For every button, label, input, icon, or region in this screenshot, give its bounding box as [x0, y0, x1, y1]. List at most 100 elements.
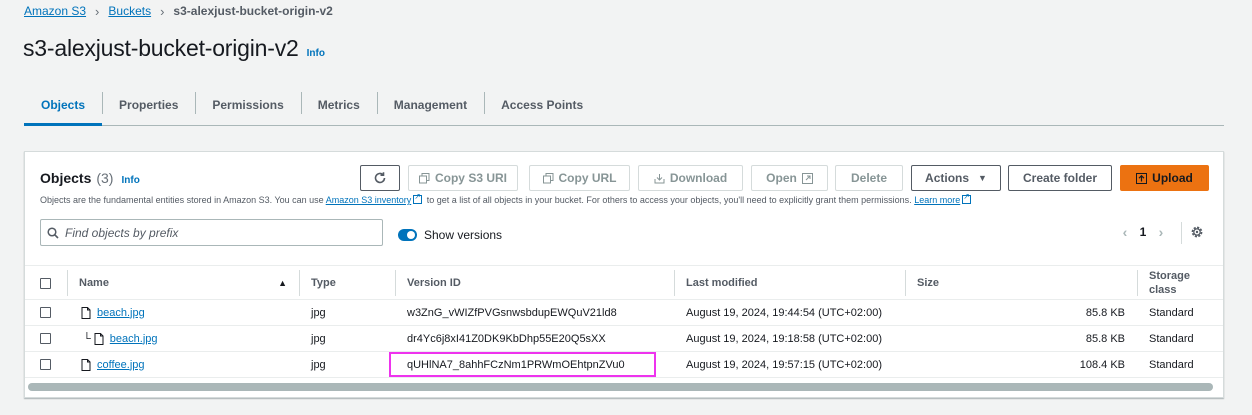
copy-icon	[542, 172, 553, 183]
upload-button[interactable]: Upload	[1120, 165, 1209, 191]
objects-count: (3)	[96, 170, 114, 186]
size-cell: 85.8 KB	[1085, 332, 1125, 345]
version-id-highlight	[389, 352, 656, 377]
caret-down-icon: ▼	[978, 173, 987, 183]
tab-permissions[interactable]: Permissions	[195, 85, 300, 125]
actions-dropdown[interactable]: Actions ▼	[911, 165, 1001, 191]
size-cell: 85.8 KB	[1085, 306, 1125, 319]
show-versions-toggle[interactable]	[398, 229, 417, 241]
objects-heading: Objects	[40, 170, 92, 186]
column-header-version-id[interactable]: Version ID	[395, 266, 461, 300]
show-versions-label: Show versions	[424, 228, 503, 242]
delete-label: Delete	[850, 171, 888, 185]
tab-metrics[interactable]: Metrics	[300, 85, 377, 125]
open-button[interactable]: Open	[751, 165, 828, 191]
tab-properties[interactable]: Properties	[102, 85, 195, 125]
chevron-right-icon: ›	[95, 3, 100, 19]
description-text-2: to get a list of all objects in your buc…	[424, 195, 915, 205]
row-select-cell	[40, 326, 51, 351]
actions-label: Actions	[925, 171, 970, 185]
table-header: Name ▲ Type Version ID Last modified Siz…	[25, 265, 1223, 300]
column-header-last-modified[interactable]: Last modified	[674, 266, 758, 300]
object-name-link[interactable]: coffee.jpg	[97, 359, 145, 371]
chevron-right-icon: ›	[160, 3, 165, 19]
column-divider	[395, 270, 396, 296]
delete-button[interactable]: Delete	[835, 165, 903, 191]
name-cell: └ beach.jpg	[83, 326, 158, 351]
upload-label: Upload	[1152, 171, 1193, 185]
column-storage-class-label-2: class	[1149, 284, 1177, 296]
download-button[interactable]: Download	[638, 165, 743, 191]
column-storage-class-label-1: Storage	[1149, 270, 1190, 282]
type-cell: jpg	[311, 332, 326, 345]
breadcrumb-buckets[interactable]: Buckets	[108, 4, 151, 18]
row-checkbox[interactable]	[40, 359, 51, 370]
table-row[interactable]: └ beach.jpg jpg dr4Yc6j8xI41Z0DK9KbDhp55…	[25, 326, 1223, 352]
last-modified-cell: August 19, 2024, 19:18:58 (UTC+02:00)	[686, 332, 882, 345]
search-input[interactable]	[65, 225, 365, 240]
row-checkbox[interactable]	[40, 333, 51, 344]
bucket-tabs: Objects Properties Permissions Metrics M…	[24, 85, 1224, 126]
name-cell: beach.jpg	[81, 300, 145, 325]
object-name-link[interactable]: beach.jpg	[110, 333, 158, 345]
objects-header: Objects (3) Info	[40, 170, 140, 186]
column-header-size[interactable]: Size	[905, 266, 940, 300]
refresh-button[interactable]	[360, 165, 400, 191]
breadcrumb-amazon-s3[interactable]: Amazon S3	[24, 4, 86, 18]
chevron-left-icon[interactable]: ‹	[1115, 224, 1135, 240]
copy-s3-uri-button[interactable]: Copy S3 URI	[408, 165, 518, 191]
scrollbar-thumb[interactable]	[28, 383, 1213, 391]
object-name-link[interactable]: beach.jpg	[97, 307, 145, 319]
column-divider	[674, 270, 675, 296]
column-header-storage-class[interactable]: Storage class	[1137, 266, 1190, 300]
column-version-id-label: Version ID	[407, 277, 461, 289]
tab-access-points[interactable]: Access Points	[484, 85, 600, 125]
create-folder-label: Create folder	[1022, 171, 1098, 185]
show-versions-control[interactable]: Show versions	[398, 228, 502, 242]
download-icon	[654, 173, 665, 183]
description-text-1: Objects are the fundamental entities sto…	[40, 195, 326, 205]
select-all-checkbox[interactable]	[40, 277, 51, 289]
external-link-icon	[413, 192, 423, 204]
column-size-label: Size	[917, 277, 940, 289]
learn-more-link[interactable]: Learn more	[914, 195, 960, 205]
name-cell: coffee.jpg	[81, 352, 145, 377]
external-link-icon	[962, 192, 972, 204]
storage-class-cell: Standard	[1149, 332, 1194, 345]
open-label: Open	[766, 171, 797, 185]
copy-url-button[interactable]: Copy URL	[529, 165, 630, 191]
sort-ascending-icon[interactable]: ▲	[278, 278, 287, 288]
chevron-right-icon[interactable]: ›	[1151, 224, 1171, 240]
tab-management[interactable]: Management	[376, 85, 484, 125]
row-select-cell	[40, 300, 51, 325]
page-info-link[interactable]: Info	[307, 48, 325, 59]
breadcrumb-current: s3-alexjust-bucket-origin-v2	[173, 4, 333, 18]
gear-icon[interactable]	[1190, 225, 1204, 239]
type-cell: jpg	[311, 306, 326, 319]
file-icon	[81, 358, 91, 371]
version-id-cell: w3ZnG_vWIZfPVGsnwsbdupEWQuV21ld8	[407, 306, 617, 319]
objects-description: Objects are the fundamental entities sto…	[40, 192, 973, 205]
column-header-type[interactable]: Type	[299, 266, 336, 300]
objects-info-link[interactable]: Info	[121, 175, 139, 186]
search-box[interactable]	[40, 219, 383, 246]
s3-inventory-link[interactable]: Amazon S3 inventory	[326, 195, 412, 205]
column-divider	[299, 270, 300, 296]
table-row[interactable]: beach.jpg jpg w3ZnG_vWIZfPVGsnwsbdupEWQu…	[25, 300, 1223, 326]
pager-divider	[1181, 222, 1182, 244]
tab-objects[interactable]: Objects	[24, 85, 103, 126]
size-cell: 108.4 KB	[1079, 358, 1125, 371]
breadcrumb: Amazon S3 › Buckets › s3-alexjust-bucket…	[24, 3, 333, 19]
page-number[interactable]: 1	[1135, 225, 1151, 239]
create-folder-button[interactable]: Create folder	[1008, 165, 1112, 191]
column-header-name[interactable]: Name ▲	[67, 266, 289, 300]
version-branch-icon: └	[83, 332, 91, 345]
copy-url-label: Copy URL	[558, 171, 617, 185]
copy-s3-uri-label: Copy S3 URI	[434, 171, 507, 185]
download-label: Download	[669, 171, 728, 185]
storage-class-cell: Standard	[1149, 358, 1194, 371]
column-type-label: Type	[311, 277, 336, 289]
version-id-cell: dr4Yc6j8xI41Z0DK9KbDhp55E20Q5sXX	[407, 332, 606, 345]
row-checkbox[interactable]	[40, 307, 51, 318]
horizontal-scrollbar[interactable]	[28, 383, 1213, 391]
